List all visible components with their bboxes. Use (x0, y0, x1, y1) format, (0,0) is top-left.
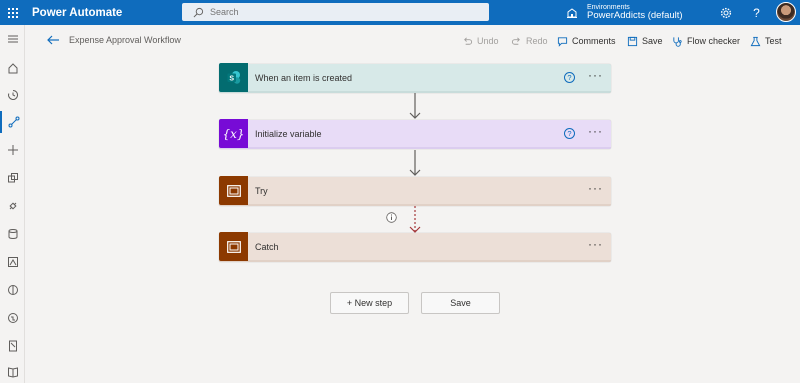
nav-data[interactable] (0, 223, 25, 245)
mobile-icon (8, 340, 17, 352)
user-avatar[interactable] (776, 2, 796, 22)
comments-button[interactable]: Comments (557, 33, 616, 49)
undo-icon (464, 37, 473, 45)
question-mark-icon: ? (753, 5, 760, 20)
nav-connectors[interactable] (0, 195, 25, 217)
undo-button[interactable]: Undo (462, 33, 499, 49)
hamburger-icon (7, 35, 18, 43)
info-icon[interactable] (386, 212, 397, 223)
more-options-icon[interactable]: ··· (588, 69, 603, 81)
stethoscope-icon (673, 36, 682, 47)
environment-name: PowerAddicts (default) (587, 10, 683, 22)
gear-icon (720, 7, 731, 18)
step-title: When an item is created (255, 72, 353, 83)
redo-icon (511, 37, 520, 45)
nav-templates[interactable] (0, 167, 25, 189)
test-button[interactable]: Test (750, 33, 782, 49)
step-title: Catch (255, 241, 279, 252)
save-command-button[interactable]: Save (627, 33, 663, 49)
flow-title: Expense Approval Workflow (69, 35, 181, 45)
templates-icon (7, 173, 18, 183)
flask-icon (750, 36, 761, 46)
svg-text:S: S (229, 75, 234, 82)
connector-arrow (409, 150, 421, 176)
search-input[interactable] (210, 7, 470, 17)
app-name[interactable]: Power Automate (32, 7, 122, 19)
new-step-button[interactable]: + New step (330, 292, 409, 314)
comments-label: Comments (572, 36, 616, 46)
test-label: Test (765, 36, 782, 46)
plus-icon (7, 145, 18, 155)
nav-home[interactable] (0, 57, 25, 79)
scope-icon (219, 232, 248, 261)
search-icon (193, 7, 204, 17)
save-icon (627, 36, 638, 46)
nav-ai-builder[interactable] (0, 251, 25, 273)
save-command-label: Save (642, 36, 663, 46)
command-bar: Expense Approval Workflow Undo Redo Comm… (26, 28, 800, 54)
scope-icon (219, 176, 248, 205)
nav-learn[interactable] (0, 361, 25, 383)
help-icon[interactable]: ? (564, 128, 575, 139)
step-card-initialize-variable[interactable]: {x} Initialize variable ? ··· (219, 119, 611, 149)
save-button[interactable]: Save (421, 292, 500, 314)
home-icon (8, 63, 17, 74)
flow-checker-label: Flow checker (687, 36, 741, 46)
more-options-icon[interactable]: ··· (588, 238, 603, 250)
sharepoint-icon: S (219, 63, 248, 92)
nav-toggle-button[interactable] (0, 28, 25, 50)
flow-checker-button[interactable]: Flow checker (672, 33, 740, 49)
environment-icon (567, 7, 577, 18)
flow-icon (8, 116, 19, 128)
help-icon[interactable]: ? (564, 72, 575, 83)
connectors-icon (8, 202, 17, 210)
comment-icon (557, 36, 568, 47)
environment-picker[interactable]: Environments PowerAddicts (default) (566, 0, 683, 25)
step-card-catch[interactable]: Catch ··· (219, 232, 611, 262)
undo-label: Undo (477, 36, 499, 46)
back-arrow-icon[interactable] (46, 33, 60, 47)
nav-action-items[interactable] (0, 84, 25, 106)
more-options-icon[interactable]: ··· (588, 125, 603, 137)
redo-button[interactable]: Redo (511, 33, 548, 49)
step-card-try[interactable]: Try ··· (219, 176, 611, 206)
nav-create[interactable] (0, 139, 25, 161)
waffle-icon (7, 7, 18, 18)
top-bar: Power Automate Environments PowerAddicts… (0, 0, 800, 25)
step-title: Initialize variable (255, 128, 322, 139)
step-card-trigger[interactable]: S When an item is created ? ··· (219, 63, 611, 93)
solutions-icon (7, 313, 18, 323)
settings-button[interactable] (718, 5, 733, 20)
connector-arrow (409, 93, 421, 119)
process-icon (7, 285, 18, 295)
more-options-icon[interactable]: ··· (588, 182, 603, 194)
ai-icon (7, 257, 18, 267)
clock-icon (7, 89, 18, 100)
help-button[interactable]: ? (749, 5, 764, 20)
search-box[interactable] (182, 3, 489, 21)
data-icon (8, 229, 17, 239)
redo-label: Redo (526, 36, 548, 46)
step-title: Try (255, 185, 268, 196)
nav-solutions[interactable] (0, 307, 25, 329)
nav-mobile[interactable] (0, 335, 25, 357)
learn-icon (7, 367, 18, 378)
variable-icon: {x} (219, 119, 248, 148)
left-nav-rail (0, 25, 25, 383)
app-launcher-button[interactable] (0, 0, 25, 25)
nav-my-flows[interactable] (0, 111, 25, 133)
nav-process-advisor[interactable] (0, 279, 25, 301)
